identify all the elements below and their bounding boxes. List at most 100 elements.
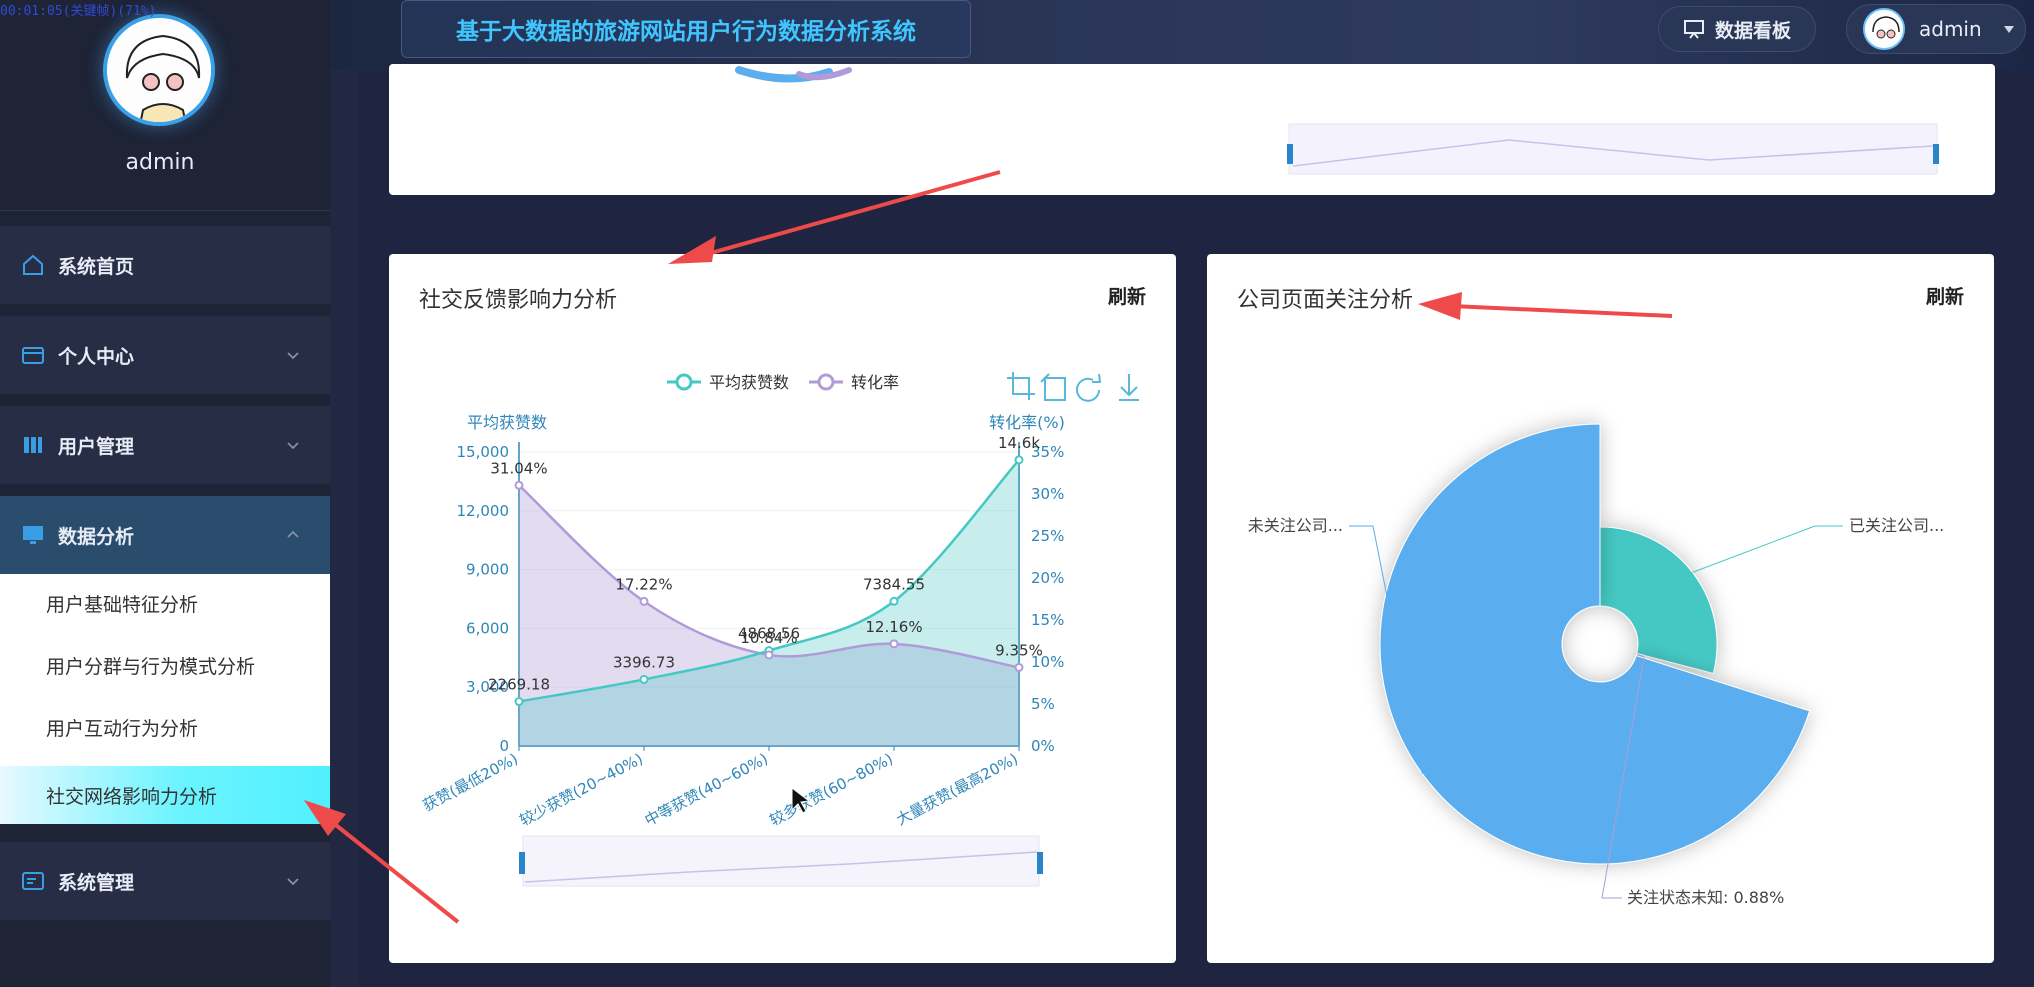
company-follow-card: 公司页面关注分析 刷新 已关注公司... 未关注公司... 关注状态未知: 0.88… [1207,254,1994,963]
submenu-item-label: 用户互动行为分析 [46,717,199,740]
sidebar-item-home[interactable]: 系统首页 [0,226,330,304]
data-label: 12.16% [865,618,922,636]
refresh-icon[interactable] [1076,373,1102,402]
legend-label: 转化率 [851,373,899,392]
data-label: 17.22% [615,575,672,593]
legend-label: 平均获赞数 [709,373,789,392]
submenu-item-social-influence[interactable]: 社交网络影响力分析 [0,766,330,824]
dashboard-button[interactable]: 数据看板 [1658,6,1816,52]
sidebar-item-users[interactable]: 用户管理 [0,406,330,484]
y-right-tick-label: 25% [1031,527,1064,545]
data-point[interactable] [514,697,524,707]
zoom-reset-icon[interactable] [1040,373,1066,401]
y-right-tick-label: 30% [1031,485,1064,503]
header-username: admin [1919,17,1982,41]
y-right-tick-label: 0% [1031,737,1055,755]
chart-legend: 平均获赞数 转化率 [667,373,899,392]
pie-slices: 已关注公司... 未关注公司... 关注状态未知: 0.88% [1248,423,1944,907]
previous-chart-card [389,64,1995,195]
company-follow-chart: 已关注公司... 未关注公司... 关注状态未知: 0.88% [1248,423,1944,907]
data-point[interactable] [639,674,649,684]
x-tick-label: 获赞(最低20%) [420,750,521,815]
submenu-item-segmentation[interactable]: 用户分群与行为模式分析 [0,636,330,694]
submenu-data-analysis: 用户基础特征分析 用户分群与行为模式分析 用户互动行为分析 社交网络影响力分析 [0,574,330,824]
slice-label: 已关注公司... [1849,516,1944,535]
chevron-down-icon [287,442,299,450]
video-timestamp: 00:01:05(关键帧)(71%) [0,4,157,19]
data-point[interactable] [1014,662,1024,672]
x-tick-label: 较少获赞(20~40%) [517,750,646,830]
sidebar-item-label: 用户管理 [58,435,135,458]
sidebar-item-profile[interactable]: 个人中心 [0,316,330,394]
chevron-up-icon [287,530,299,538]
monitor-icon [23,526,43,544]
y-left-tick-label: 12,000 [457,502,510,520]
sidebar-username: admin [125,150,195,175]
data-label: 31.04% [490,459,547,477]
data-point[interactable] [514,480,524,490]
download-icon[interactable] [1119,374,1139,401]
x-tick-label: 中等获赞(40~60%) [642,750,771,830]
sidebar-item-data-analysis[interactable]: 数据分析 [0,496,330,574]
submenu-item-label: 用户基础特征分析 [46,593,199,616]
submenu-item-interaction[interactable]: 用户互动行为分析 [0,698,330,756]
user-menu[interactable]: admin [1846,4,2026,54]
data-label: 7384.55 [863,575,925,593]
label-line [1692,525,1843,573]
avatar-illustration-icon [107,18,211,122]
slice-label: 关注状态未知: 0.88% [1627,888,1784,907]
sidebar-divider [0,210,330,211]
data-label: 2269.18 [488,676,550,694]
settings-card-icon [22,872,44,890]
book-icon [24,437,42,453]
sidebar-item-label: 个人中心 [58,345,135,368]
previous-chart-fragment [735,66,1939,175]
legend-item-avg-likes[interactable]: 平均获赞数 [667,373,789,392]
sidebar-item-label: 系统首页 [58,255,135,278]
zoom-crop-icon[interactable] [1007,372,1035,400]
slice-label: 未关注公司... [1248,516,1343,535]
pie-slice[interactable] [1379,423,1811,865]
social-feedback-chart: 平均获赞数 转化率 平均获赞数 转化率(%) 03,0006,0009,0001… [420,372,1139,887]
social-feedback-card: 社交反馈影响力分析 刷新 平均获赞数 转化率 平均获赞数 转化率(%) 03, [389,254,1176,963]
sidebar-item-label: 系统管理 [58,871,135,894]
avatar-illustration-icon [1865,10,1903,48]
data-point[interactable] [889,639,899,649]
data-label: 3396.73 [613,653,675,671]
wallet-icon [22,347,44,364]
y-axis-left-title: 平均获赞数 [467,413,547,432]
data-label: 9.35% [995,641,1043,659]
data-label: 10.84% [740,629,797,647]
legend-item-conversion[interactable]: 转化率 [809,373,899,392]
slider-handle-left[interactable] [519,852,525,874]
sidebar: admin 系统首页 个人中心 用户管理 数据分析 用户基础特征分析 用户分群与… [0,0,330,987]
data-point[interactable] [639,596,649,606]
avatar[interactable] [103,14,215,126]
caret-down-icon [2003,26,2014,33]
avatar [1863,8,1905,50]
sidebar-item-label: 数据分析 [58,525,135,548]
y-right-tick-label: 15% [1031,611,1064,629]
system-title: 基于大数据的旅游网站用户行为数据分析系统 [401,0,971,58]
data-point[interactable] [889,596,899,606]
submenu-item-basic-features[interactable]: 用户基础特征分析 [0,574,330,632]
y-left-tick-label: 9,000 [466,561,509,579]
dashboard-label: 数据看板 [1714,19,1791,42]
sidebar-item-system[interactable]: 系统管理 [0,842,330,920]
home-icon [23,254,43,275]
chart-toolbox [1007,372,1139,402]
submenu-item-label: 社交网络影响力分析 [46,785,218,808]
slider-handle-right[interactable] [1037,852,1043,874]
chevron-down-icon [287,878,299,886]
y-right-tick-label: 5% [1031,695,1055,713]
submenu-item-label: 用户分群与行为模式分析 [46,655,256,678]
y-left-tick-label: 6,000 [466,619,509,637]
data-point[interactable] [1014,455,1024,465]
data-point[interactable] [764,650,774,660]
y-axis-right-title: 转化率(%) [989,413,1065,432]
chevron-down-icon [287,352,299,360]
x-tick-label: 较多获赞(60~80%) [767,750,896,830]
data-label: 14.6k [998,434,1040,452]
pie-slice[interactable] [1599,526,1718,674]
data-zoom-slider[interactable] [519,835,1043,887]
